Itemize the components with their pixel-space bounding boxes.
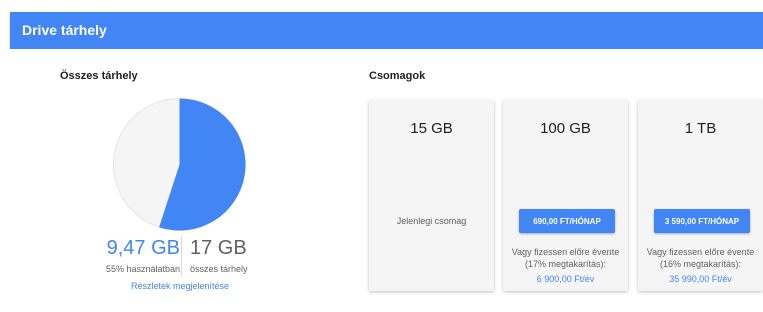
total-storage-value: 17 GB xyxy=(190,237,247,259)
used-storage-value: 9,47 GB xyxy=(106,237,180,259)
yearly-note-line2: (17% megtakarítás): xyxy=(524,259,607,269)
plan-card-15gb: 15 GB Jelenlegi csomag xyxy=(369,100,494,291)
yearly-price-link[interactable]: 35 990,00 Ft/év xyxy=(638,274,763,284)
used-storage-caption: 55% használatban xyxy=(105,264,180,274)
yearly-price-link[interactable]: 6 900,00 Ft/év xyxy=(503,274,628,284)
page-title: Drive tárhely xyxy=(22,22,107,38)
plans-section-title: Csomagok xyxy=(369,70,426,82)
plan-size: 15 GB xyxy=(410,120,453,137)
yearly-payment-note: Vagy fizessen előre évente (16% megtakar… xyxy=(638,246,763,270)
yearly-payment-note: Vagy fizessen előre évente (17% megtakar… xyxy=(503,246,628,270)
storage-section-title: Összes tárhely xyxy=(60,70,138,82)
plan-size: 1 TB xyxy=(684,120,717,137)
plan-card-1tb: 1 TB 3 590,00 FT/HÓNAP Vagy fizessen elő… xyxy=(638,100,763,291)
yearly-note-line1: Vagy fizessen előre évente xyxy=(511,247,620,257)
storage-pie-chart xyxy=(113,98,246,231)
show-details-link[interactable]: Részletek megjelenítése xyxy=(110,281,250,291)
header-bar: Drive tárhely xyxy=(10,12,763,49)
top-strip xyxy=(0,0,763,12)
yearly-note-line1: Vagy fizessen előre évente xyxy=(646,247,755,257)
plan-size: 100 GB xyxy=(540,120,591,137)
total-storage-caption: összes tárhely xyxy=(190,264,248,274)
buy-1tb-monthly-button[interactable]: 3 590,00 FT/HÓNAP xyxy=(654,209,750,233)
buy-100gb-monthly-button[interactable]: 690,00 FT/HÓNAP xyxy=(519,209,615,233)
storage-divider xyxy=(181,236,182,276)
plan-card-100gb: 100 GB 690,00 FT/HÓNAP Vagy fizessen elő… xyxy=(503,100,628,291)
yearly-note-line2: (16% megtakarítás): xyxy=(659,259,742,269)
page: Drive tárhely Összes tárhely 9,47 GB 17 … xyxy=(0,0,763,312)
current-plan-label: Jelenlegi csomag xyxy=(396,216,467,226)
main-content: Összes tárhely 9,47 GB 17 GB 55% használ… xyxy=(10,49,763,312)
